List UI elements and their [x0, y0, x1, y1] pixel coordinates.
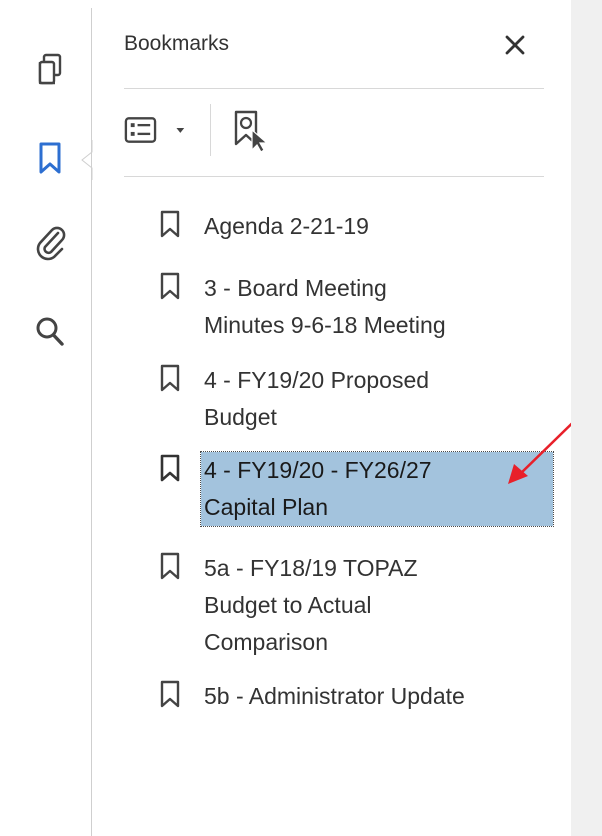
- bookmark-icon: [160, 552, 180, 580]
- bookmark-icon[interactable]: [30, 138, 70, 178]
- search-icon[interactable]: [30, 312, 70, 352]
- pages-icon[interactable]: [30, 50, 70, 90]
- close-icon[interactable]: [500, 30, 530, 60]
- document-area-edge: [571, 0, 602, 836]
- bookmark-icon: [160, 364, 180, 392]
- attachment-icon[interactable]: [30, 222, 70, 262]
- find-current-bookmark-icon[interactable]: [228, 108, 272, 152]
- bookmark-icon: [160, 210, 180, 238]
- rail-divider: [91, 8, 92, 836]
- bookmark-label: 3 - Board Meeting Minutes 9-6-18 Meeting: [204, 275, 446, 338]
- panel-title: Bookmarks: [124, 32, 230, 55]
- options-button[interactable]: [122, 112, 192, 148]
- toolbar-divider: [124, 176, 544, 177]
- toolbar-separator: [210, 104, 211, 156]
- options-list-icon: [124, 117, 157, 143]
- header-divider: [124, 88, 544, 89]
- navigation-rail: [0, 0, 93, 836]
- bookmark-icon: [160, 680, 180, 708]
- bookmark-label: 5a - FY18/19 TOPAZ Budget to Actual Comp…: [204, 555, 418, 655]
- bookmark-label: 5b - Administrator Update: [204, 683, 465, 709]
- bookmark-label: Agenda 2-21-19: [204, 213, 369, 239]
- bookmark-icon: [160, 454, 180, 482]
- bookmark-label: 4 - FY19/20 Proposed Budget: [204, 367, 430, 430]
- bookmark-icon: [160, 272, 180, 300]
- chevron-down-icon: [176, 128, 185, 133]
- bookmarks-pane: Bookmarks Agenda 2-21-19 3 - Board Meeti…: [0, 0, 602, 836]
